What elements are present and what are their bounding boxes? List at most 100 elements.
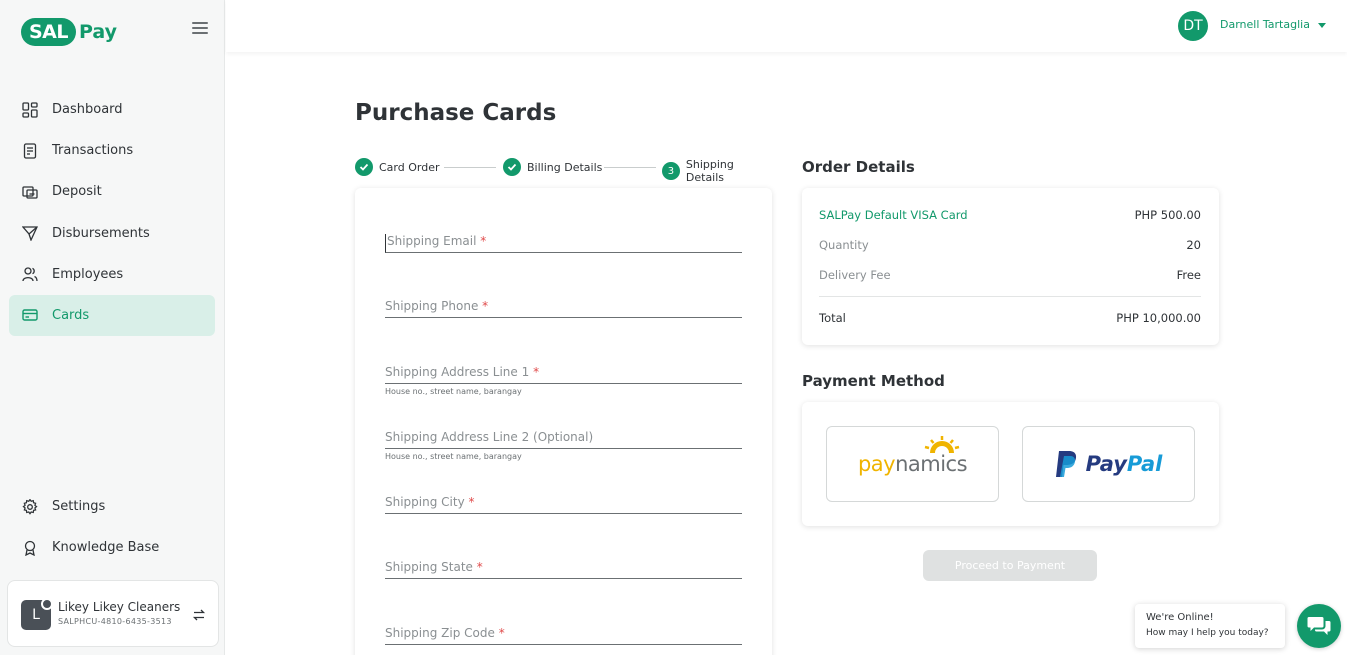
sidebar-item-settings[interactable]: Settings <box>9 486 215 527</box>
sidebar-item-label: Settings <box>52 499 106 514</box>
send-icon <box>21 225 38 242</box>
step-number: 3 <box>662 162 680 180</box>
sidebar-item-dashboard[interactable]: Dashboard <box>9 89 215 130</box>
user-avatar[interactable]: DT <box>1178 11 1208 41</box>
paynamics-logo: paynamics <box>858 436 968 476</box>
account-id: SALPHCU-4810-6435-3513 <box>58 617 172 626</box>
logo-suffix: Pay <box>79 21 118 43</box>
user-name[interactable]: Darnell Tartaglia <box>1220 18 1310 31</box>
sidebar-item-label: Knowledge Base <box>52 540 160 556</box>
gear-icon <box>21 498 38 515</box>
deposit-icon <box>21 183 38 200</box>
field-label: Shipping Zip Code <box>385 626 495 640</box>
sidebar-item-transactions[interactable]: Transactions <box>9 130 215 171</box>
paynamics-option[interactable]: paynamics <box>826 426 999 502</box>
required-marker: * <box>498 626 505 640</box>
field-hint: House no., street name, barangay <box>385 452 522 461</box>
shipping-state-field[interactable]: Shipping State * <box>385 560 742 579</box>
order-details-title: Order Details <box>802 158 915 176</box>
sidebar-item-cards[interactable]: Cards <box>9 294 215 336</box>
step-connector <box>604 167 656 168</box>
payment-method-card: paynamics Pay Pal <box>802 402 1219 526</box>
required-marker: * <box>480 234 487 248</box>
step-connector <box>444 167 496 168</box>
quantity-label: Quantity <box>819 238 869 252</box>
shipping-phone-field[interactable]: Shipping Phone * <box>385 299 742 318</box>
sidebar-item-label: Disbursements <box>52 225 150 241</box>
paypal-option[interactable]: Pay Pal <box>1022 426 1195 502</box>
sidebar-item-label: Cards <box>52 307 90 323</box>
chat-greeting[interactable]: We're Online! How may I help you today? <box>1135 604 1285 648</box>
quantity-value: 20 <box>1186 238 1201 252</box>
order-row-total: Total PHP 10,000.00 <box>819 311 1201 325</box>
field-label: Shipping Phone <box>385 299 479 313</box>
step-billing-details[interactable]: Billing Details <box>503 158 602 176</box>
dashboard-icon <box>21 101 38 118</box>
delivery-fee-label: Delivery Fee <box>819 268 891 282</box>
total-label: Total <box>819 311 846 325</box>
sidebar-nav: Dashboard Transactions Deposit Disbursem… <box>9 89 215 336</box>
sidebar-item-deposit[interactable]: Deposit <box>9 171 215 212</box>
total-value: PHP 10,000.00 <box>1116 311 1201 325</box>
sidebar-item-disbursements[interactable]: Disbursements <box>9 213 215 254</box>
field-label: Shipping Address Line 1 <box>385 365 530 379</box>
required-marker: * <box>482 299 489 313</box>
payment-method-title: Payment Method <box>802 372 945 390</box>
sidebar-item-label: Employees <box>52 266 124 282</box>
shipping-address-line2-field[interactable]: Shipping Address Line 2 (Optional) House… <box>385 430 742 461</box>
paypal-p-icon <box>1055 451 1076 477</box>
badge-icon <box>21 539 38 556</box>
sun-icon <box>924 436 960 453</box>
required-marker: * <box>476 560 483 574</box>
hamburger-menu-icon[interactable] <box>192 22 208 36</box>
order-row-product: SALPay Default VISA Card PHP 500.00 <box>819 208 1201 222</box>
account-status-icon <box>41 598 53 610</box>
field-label: Shipping Email <box>387 234 477 248</box>
users-icon <box>21 266 38 283</box>
step-label: Billing Details <box>527 160 603 174</box>
product-name: SALPay Default VISA Card <box>819 208 968 222</box>
field-label: Shipping State <box>385 560 473 574</box>
sidebar-item-knowledge-base[interactable]: Knowledge Base <box>9 527 215 568</box>
account-name: Likey Likey Cleaners <box>58 600 181 614</box>
shipping-address-line1-field[interactable]: Shipping Address Line 1 * House no., str… <box>385 365 742 396</box>
field-hint: House no., street name, barangay <box>385 387 522 396</box>
required-marker: * <box>533 365 540 379</box>
page-title: Purchase Cards <box>355 100 557 126</box>
top-bar: DT Darnell Tartaglia <box>226 0 1347 52</box>
product-price: PHP 500.00 <box>1134 208 1201 222</box>
field-label: Shipping City <box>385 495 465 509</box>
proceed-to-payment-button[interactable]: Proceed to Payment <box>923 550 1097 581</box>
divider <box>819 296 1201 297</box>
card-icon <box>21 307 38 324</box>
check-icon <box>355 158 373 176</box>
order-row-quantity: Quantity 20 <box>819 238 1201 252</box>
shipping-form: Shipping Email * Shipping Phone * Shippi… <box>355 188 772 655</box>
paypal-logo: Pay Pal <box>1055 450 1162 478</box>
sidebar-item-label: Transactions <box>52 143 134 159</box>
sidebar-item-label: Dashboard <box>52 102 123 117</box>
field-label: Shipping Address Line 2 (Optional) <box>385 430 594 444</box>
chat-launcher[interactable] <box>1297 604 1341 648</box>
logo-badge: SAL <box>21 18 76 46</box>
shipping-city-field[interactable]: Shipping City * <box>385 495 742 514</box>
stepper: Card Order Billing Details 3 Shipping De… <box>355 158 775 184</box>
shipping-zip-code-field[interactable]: Shipping Zip Code * <box>385 626 742 645</box>
step-label: Card Order <box>379 160 440 174</box>
chat-icon <box>1307 617 1331 635</box>
switch-account-icon[interactable] <box>192 607 206 621</box>
order-row-delivery: Delivery Fee Free <box>819 268 1201 282</box>
order-details-card: SALPay Default VISA Card PHP 500.00 Quan… <box>802 188 1219 345</box>
sidebar-item-employees[interactable]: Employees <box>9 254 215 295</box>
sidebar: SAL Pay Dashboard Transactions Deposit D… <box>0 0 225 655</box>
step-shipping-details[interactable]: 3 Shipping Details <box>662 158 775 184</box>
step-card-order[interactable]: Card Order <box>355 158 440 176</box>
account-switcher[interactable]: L Likey Likey Cleaners SALPHCU-4810-6435… <box>7 580 219 647</box>
chevron-down-icon[interactable] <box>1318 23 1326 28</box>
receipt-icon <box>21 142 38 159</box>
sidebar-item-label: Deposit <box>52 184 102 200</box>
chat-status: We're Online! <box>1146 612 1214 623</box>
sidebar-bottom-nav: Settings Knowledge Base <box>9 486 215 568</box>
salpay-logo[interactable]: SAL Pay <box>21 18 117 46</box>
shipping-email-field[interactable]: Shipping Email * <box>385 234 742 253</box>
